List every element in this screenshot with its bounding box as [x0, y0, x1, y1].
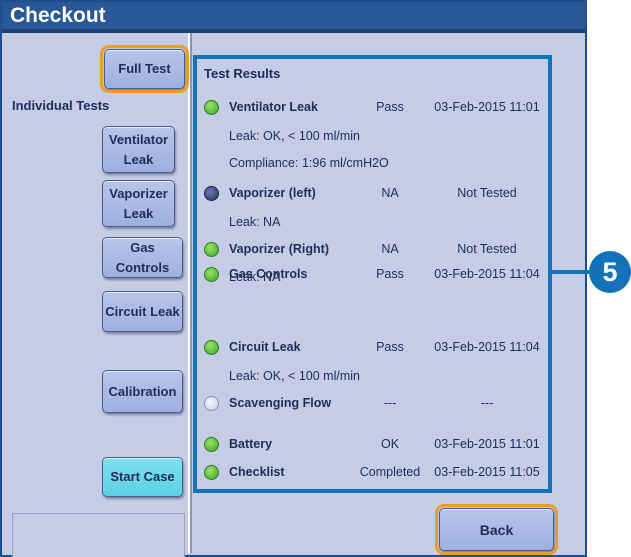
vaporizer-leak-button[interactable]: Vaporizer Leak: [102, 180, 175, 227]
test-date: ---: [480, 396, 494, 410]
window-title: Checkout: [10, 4, 106, 27]
test-date: 03-Feb-2015 11:04: [434, 340, 540, 354]
test-date: 03-Feb-2015 11:05: [434, 465, 540, 479]
start-case-button[interactable]: Start Case: [102, 457, 183, 497]
results-rows-layer: Gas Controls Pass 03-Feb-2015 11:04 Circ…: [197, 59, 548, 489]
callout-connector: [552, 270, 594, 274]
test-name: Circuit Leak: [229, 340, 301, 354]
result-row-gas-controls: Gas Controls Pass 03-Feb-2015 11:04: [197, 264, 548, 286]
result-row-checklist: Checklist Completed 03-Feb-2015 11:05: [197, 462, 548, 484]
status-indicator-icon: [204, 396, 219, 411]
result-row-scavenging-flow: Scavenging Flow --- ---: [197, 393, 548, 415]
back-button[interactable]: Back: [435, 504, 558, 555]
status-indicator-icon: [204, 340, 219, 355]
panel-divider: [190, 33, 192, 553]
test-status: Completed: [359, 465, 421, 479]
test-name: Scavenging Flow: [229, 396, 332, 410]
status-indicator-icon: [204, 437, 219, 452]
test-status: Pass: [376, 340, 404, 354]
title-bar: Checkout: [2, 2, 585, 33]
individual-tests-label: Individual Tests: [12, 98, 110, 113]
test-name: Gas Controls: [229, 267, 308, 281]
circuit-leak-button[interactable]: Circuit Leak: [102, 291, 183, 332]
ventilator-leak-button[interactable]: Ventilator Leak: [102, 126, 175, 173]
test-status: Pass: [376, 267, 404, 281]
test-date: 03-Feb-2015 11:04: [434, 267, 540, 281]
test-date: 03-Feb-2015 11:01: [434, 437, 540, 451]
callout-badge: 5: [589, 251, 631, 293]
result-row-battery: Battery OK 03-Feb-2015 11:01: [197, 434, 548, 456]
gas-controls-button[interactable]: Gas Controls: [102, 237, 183, 278]
test-name: Battery: [229, 437, 273, 451]
status-box: [12, 513, 185, 557]
result-row-circuit-leak: Circuit Leak Pass 03-Feb-2015 11:04: [197, 337, 548, 359]
status-indicator-icon: [204, 267, 219, 282]
test-name: Checklist: [229, 465, 285, 479]
test-status: ---: [383, 396, 397, 410]
test-status: OK: [380, 437, 400, 451]
full-test-button[interactable]: Full Test: [100, 45, 189, 93]
circuit-leak-detail: Leak: OK, < 100 ml/min: [229, 369, 360, 383]
status-indicator-icon: [204, 465, 219, 480]
calibration-button[interactable]: Calibration: [102, 370, 183, 413]
